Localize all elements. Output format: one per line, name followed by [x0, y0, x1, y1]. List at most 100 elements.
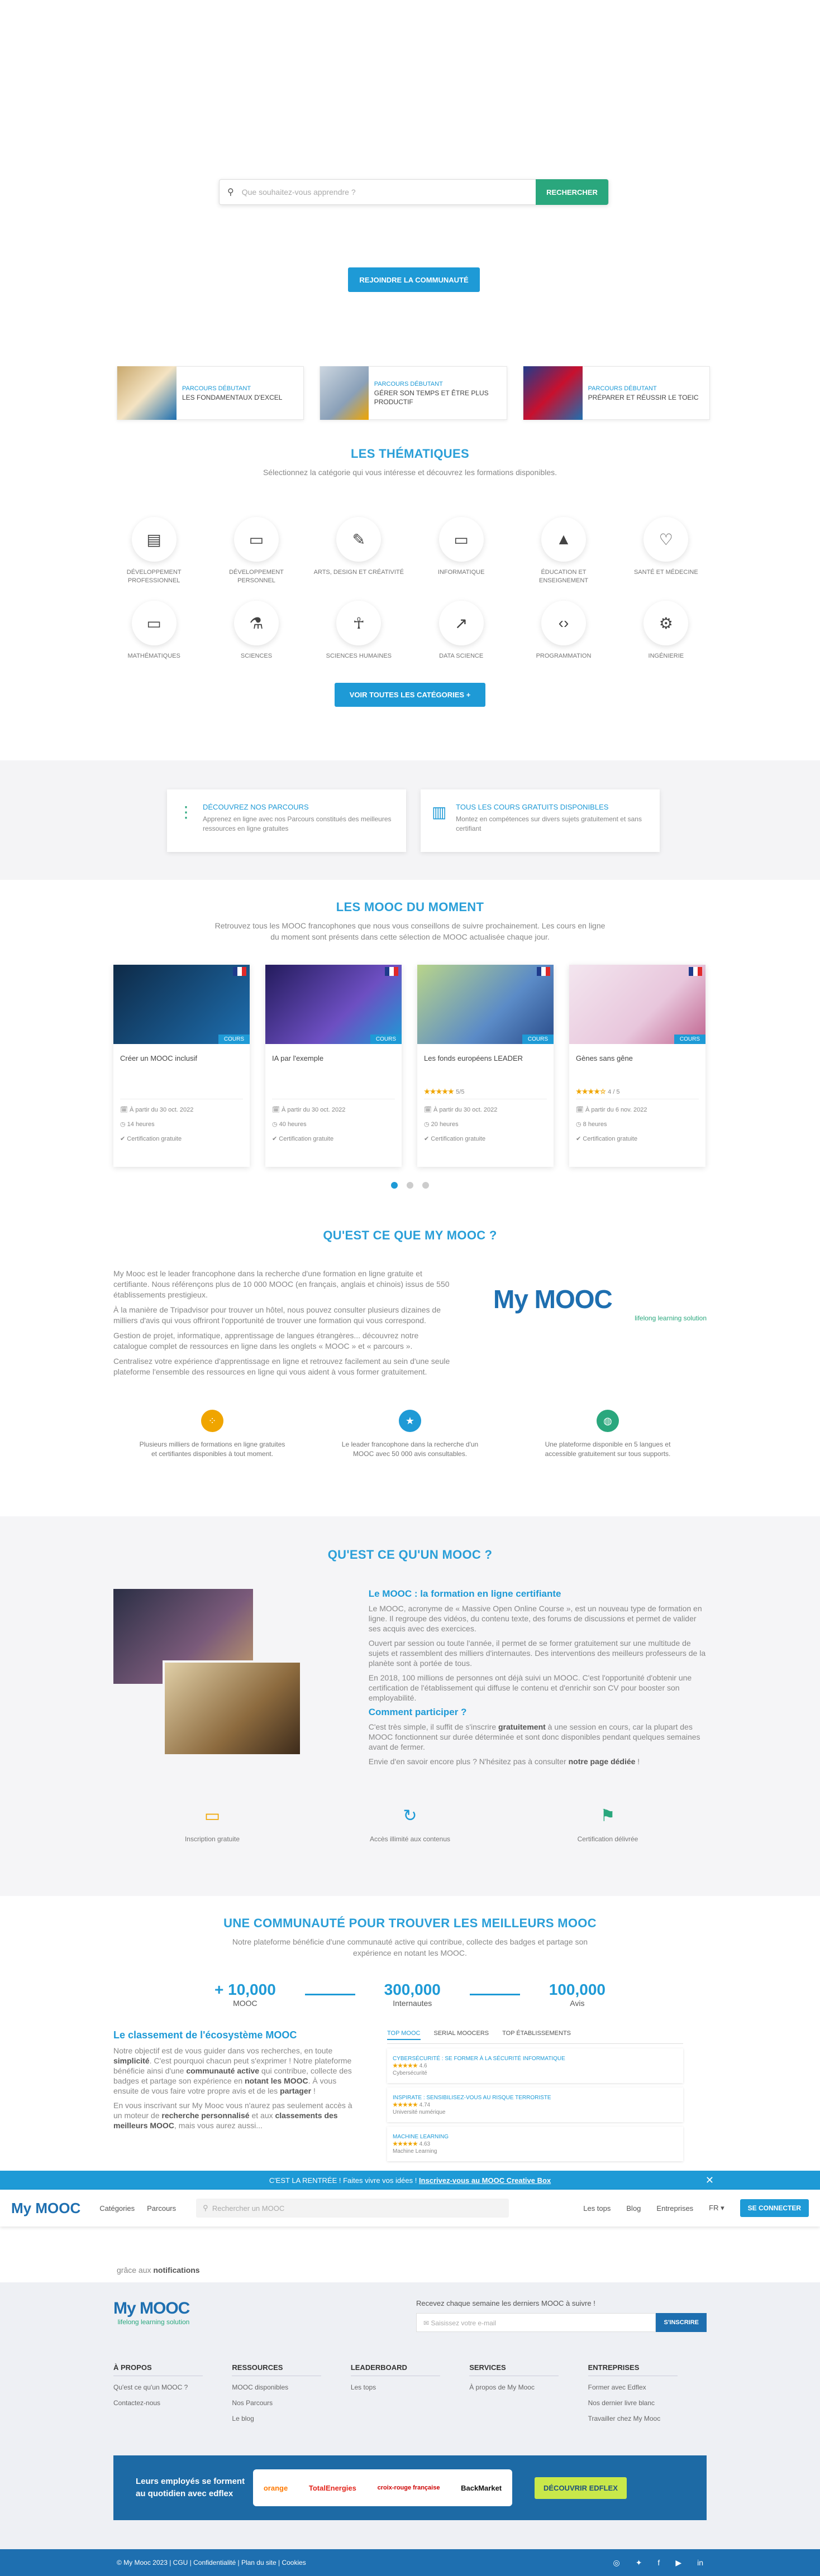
footer-link[interactable]: MOOC disponibles: [232, 2379, 350, 2395]
nav-categories[interactable]: Catégories: [99, 2204, 135, 2213]
category-item[interactable]: ↗ DATA SCIENCE: [410, 601, 512, 660]
legal-links[interactable]: © My Mooc 2023 | CGU | Confidentialité |…: [117, 2559, 306, 2567]
subheading: Le MOOC : la formation en ligne certifia…: [368, 1588, 561, 1599]
nav-search-input[interactable]: ⚲ Rechercher un MOOC: [196, 2199, 509, 2218]
paragraph: My Mooc est le leader francophone dans l…: [113, 1269, 450, 1299]
top-mooc-item[interactable]: CYBERSÉCURITÉ : SE FORMER À LA SÉCURITÉ …: [387, 2048, 683, 2083]
french-flag-icon: [689, 967, 702, 976]
search-input[interactable]: Que souhaitez-vous apprendre ?: [234, 188, 536, 197]
parcours-name: PRÉPARER ET RÉUSSIR LE TOEIC: [588, 394, 699, 401]
nav-blog[interactable]: Blog: [626, 2204, 641, 2213]
category-item[interactable]: ▭ DÉVELOPPEMENT PERSONNEL: [205, 517, 307, 585]
footer-bottom-bar: © My Mooc 2023 | CGU | Confidentialité |…: [0, 2549, 820, 2576]
footer-link[interactable]: Travailler chez My Mooc: [588, 2411, 707, 2426]
youtube-icon[interactable]: ▶: [675, 2558, 681, 2568]
promo-link[interactable]: Inscrivez-vous au MOOC Creative Box: [419, 2176, 551, 2185]
course-card[interactable]: COURS Gènes sans gêne ★★★★☆ 4 / 5 🗓 À pa…: [569, 965, 705, 1167]
rating-value: 5/5: [456, 1089, 465, 1095]
top-mooc-item[interactable]: MACHINE LEARNING ★★★★★ 4.63 Machine Learni…: [387, 2127, 683, 2161]
course-card[interactable]: COURS Créer un MOOC inclusif 🗓 À partir …: [113, 965, 250, 1167]
carousel-dot[interactable]: [407, 1182, 413, 1189]
newsletter-title: Recevez chaque semaine les derniers MOOC…: [416, 2299, 595, 2307]
login-button[interactable]: SE CONNECTER: [740, 2199, 809, 2217]
search-button[interactable]: RECHERCHER: [536, 179, 608, 205]
all-categories-button[interactable]: VOIR TOUTES LES CATÉGORIES +: [335, 683, 485, 707]
course-rating: ★★★★★ 5/5: [417, 1088, 554, 1099]
footer-link[interactable]: Le blog: [232, 2411, 350, 2426]
category-item[interactable]: ▭ MATHÉMATIQUES: [103, 601, 205, 660]
section-subtitle: Sélectionnez la catégorie qui vous intér…: [263, 468, 557, 477]
discover-edflex-button[interactable]: DÉCOUVRIR EDFLEX: [535, 2477, 627, 2499]
course-card[interactable]: COURS Les fonds européens LEADER ★★★★★ 5…: [417, 965, 554, 1167]
dedicated-page-link[interactable]: notre page dédiée: [569, 1757, 636, 1766]
footer-link[interactable]: À propos de My Mooc: [469, 2379, 588, 2395]
social-links: ◎ ✦ f ▶ in: [613, 2558, 703, 2568]
footer-heading: RESSOURCES: [232, 2360, 322, 2376]
category-label: PROGRAMMATION: [536, 653, 592, 659]
dots-icon: ⋮: [178, 803, 194, 821]
window-icon: ▭: [438, 517, 484, 562]
parcours-card[interactable]: PARCOURS DÉBUTANT PRÉPARER ET RÉUSSIR LE …: [522, 366, 710, 420]
top-mooc-item[interactable]: INSPIRATE : SENSIBILISEZ-VOUS AU RISQUE …: [387, 2087, 683, 2122]
footer-link[interactable]: Former avec Edflex: [588, 2379, 707, 2395]
nav-parcours[interactable]: Parcours: [147, 2204, 176, 2213]
category-item[interactable]: ✎ ARTS, DESIGN ET CRÉATIVITÉ: [308, 517, 410, 585]
footer-link[interactable]: Nos Parcours: [232, 2395, 350, 2411]
course-card[interactable]: COURS IA par l'exemple 🗓 À partir du 30 …: [265, 965, 402, 1167]
tab-serial-moocers[interactable]: SERIAL MOOCERS: [434, 2030, 489, 2040]
category-item[interactable]: ‹› PROGRAMMATION: [512, 601, 614, 660]
parcours-card[interactable]: PARCOURS DÉBUTANT LES FONDAMENTAUX D'EXCE…: [117, 366, 304, 420]
star-icon: ★: [399, 1410, 421, 1432]
language-selector[interactable]: FR ▾: [709, 2204, 724, 2213]
code-icon: ‹›: [541, 601, 586, 645]
flag-icon: ⚑: [600, 1806, 616, 1825]
join-community-button[interactable]: REJOINDRE LA COMMUNAUTÉ: [348, 267, 480, 292]
section-title: LES THÉMATIQUES: [351, 447, 469, 461]
course-duration: ◷ 14 heures: [120, 1121, 155, 1128]
footer-link[interactable]: Nos dernier livre blanc: [588, 2395, 707, 2411]
discover-card[interactable]: ▥ TOUS LES COURS GRATUITS DISPONIBLES Mont…: [421, 789, 660, 852]
edflex-banner: Leurs employés se forment au quotidien a…: [113, 2455, 707, 2520]
french-flag-icon: [233, 967, 246, 976]
category-item[interactable]: ⚗ SCIENCES: [205, 601, 307, 660]
discover-card[interactable]: ⋮ DÉCOUVREZ NOS PARCOURS Apprenez en ligne…: [167, 789, 406, 852]
newsletter-submit-button[interactable]: S'INSCRIRE: [656, 2313, 707, 2332]
nav-tops[interactable]: Les tops: [583, 2204, 611, 2213]
footer-logo[interactable]: My MOOC lifelong learning solution: [113, 2299, 190, 2332]
parcours-name: GÉRER SON TEMPS ET ÊTRE PLUS PRODUCTIF: [374, 389, 489, 406]
parcours-card[interactable]: PARCOURS DÉBUTANT GÉRER SON TEMPS ET ÊTRE…: [320, 366, 507, 420]
category-item[interactable]: ▲ ÉDUCATION ET ENSEIGNEMENT: [512, 517, 614, 585]
carousel-dot[interactable]: [391, 1182, 398, 1189]
category-item[interactable]: ▤ DÉVELOPPEMENT PROFESSIONNEL: [103, 517, 205, 585]
tab-top-etablissements[interactable]: TOP ÉTABLISSEMENTS: [502, 2030, 571, 2040]
footer-link[interactable]: Qu'est ce qu'un MOOC ?: [113, 2379, 232, 2395]
instagram-icon[interactable]: ◎: [613, 2558, 619, 2568]
search-icon: ⚲: [227, 188, 234, 197]
carousel-dot[interactable]: [422, 1182, 429, 1189]
client-logos: orange TotalEnergies croix-rouge françai…: [253, 2469, 512, 2506]
linkedin-icon[interactable]: in: [697, 2558, 703, 2568]
logo-tagline: lifelong learning solution: [635, 1314, 707, 1322]
newsletter-email-input[interactable]: ✉ Saisissez votre e-mail: [416, 2313, 656, 2332]
category-label: SCIENCES HUMAINES: [326, 653, 392, 659]
tab-top-mooc[interactable]: TOP MOOC: [387, 2030, 421, 2040]
nav-entreprises[interactable]: Entreprises: [656, 2204, 693, 2213]
window-icon: ▭: [233, 517, 279, 562]
facebook-icon[interactable]: f: [657, 2558, 660, 2568]
course-certification: ✔ Certification gratuite: [120, 1136, 182, 1142]
feature: ★ Le leader francophone dans la recherche…: [311, 1410, 509, 1459]
parcours-name: LES FONDAMENTAUX D'EXCEL: [182, 394, 283, 401]
footer-link[interactable]: Contactez-nous: [113, 2395, 232, 2411]
footer-heading: À PROPOS: [113, 2360, 203, 2376]
category-label: ÉDUCATION ET ENSEIGNEMENT: [538, 569, 588, 584]
category-item[interactable]: ⚙ INGÉNIERIE: [615, 601, 717, 660]
category-item[interactable]: ☥ SCIENCES HUMAINES: [308, 601, 410, 660]
logo[interactable]: My MOOC: [11, 2200, 80, 2217]
paragraph: Envie d'en savoir encore plus ? N'hésite…: [368, 1757, 640, 1766]
close-icon[interactable]: ✕: [705, 2175, 714, 2186]
twitter-icon[interactable]: ✦: [636, 2558, 642, 2568]
category-item[interactable]: ▭ INFORMATIQUE: [410, 517, 512, 585]
footer-link[interactable]: Les tops: [351, 2379, 469, 2395]
category-item[interactable]: ♡ SANTÉ ET MÉDECINE: [615, 517, 717, 585]
category-label: SCIENCES: [240, 653, 273, 659]
